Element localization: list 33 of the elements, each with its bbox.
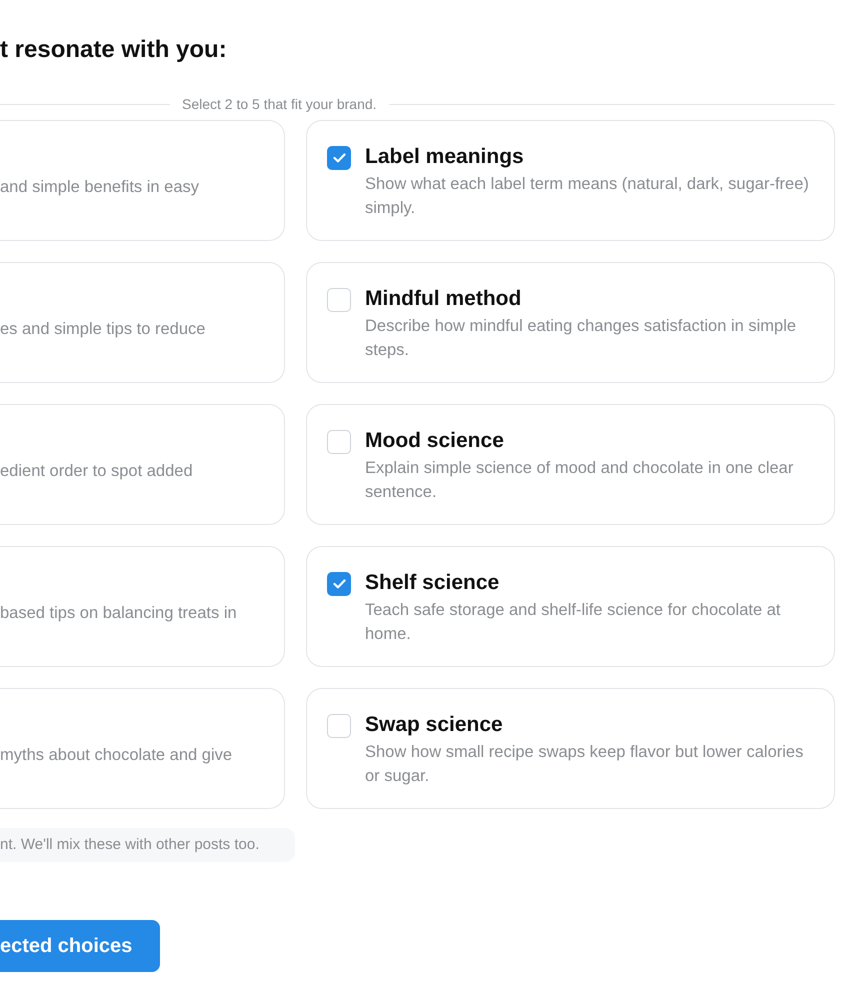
option-description: based tips on balancing treats in [0, 603, 237, 624]
option-card[interactable]: Label meanings Show what each label term means (natural, dark, sugar-free) simply. [306, 120, 835, 241]
checkbox[interactable] [327, 146, 351, 170]
option-card[interactable]: Swap science Show how small recipe swaps keep flavor but lower calories or sugar. [306, 688, 835, 809]
instruction-text: Select 2 to 5 that fit your brand. [182, 96, 377, 112]
option-card[interactable]: myths about chocolate and give [0, 688, 285, 809]
option-description: Teach safe storage and shelf-life science for chocolate at home. [365, 600, 782, 645]
option-description: Explain simple science of mood and chocolate in one clear sentence. [365, 458, 794, 503]
checkbox[interactable] [327, 572, 351, 596]
option-title: Mindful method [365, 286, 522, 312]
option-description: and simple benefits in easy [0, 177, 200, 198]
option-title: Shelf science [365, 570, 500, 596]
option-title: Mood science [365, 428, 505, 454]
page-heading: t resonate with you: [0, 35, 228, 65]
option-card[interactable]: and simple benefits in easy [0, 120, 285, 241]
option-card[interactable]: Shelf science Teach safe storage and shelf-life science for chocolate at home. [306, 546, 835, 667]
option-description: edient order to spot added [0, 461, 193, 482]
option-card[interactable]: based tips on balancing treats in [0, 546, 285, 667]
option-title: Swap science [365, 712, 504, 738]
option-title: Label meanings [365, 144, 525, 170]
option-description: Show what each label term means (natural, dark, sugar-free) simply. [365, 174, 810, 219]
option-description: Describe how mindful eating changes satisfaction in simple steps. [365, 316, 798, 361]
option-card[interactable]: edient order to spot added [0, 404, 285, 525]
option-description: es and simple tips to reduce [0, 319, 206, 340]
submit-button[interactable]: ected choices [0, 920, 160, 972]
option-card[interactable]: Mindful method Describe how mindful eating changes satisfaction in simple steps. [306, 262, 835, 383]
option-description: Show how small recipe swaps keep flavor but lower calories or sugar. [365, 742, 804, 787]
info-note: nt. We'll mix these with other posts too. [0, 828, 295, 862]
checkmark-icon [332, 579, 346, 589]
option-card[interactable]: Mood science Explain simple science of mood and chocolate in one clear sentence. [306, 404, 835, 525]
option-description: myths about chocolate and give [0, 745, 232, 766]
option-card[interactable]: es and simple tips to reduce [0, 262, 285, 383]
checkmark-icon [332, 153, 346, 163]
